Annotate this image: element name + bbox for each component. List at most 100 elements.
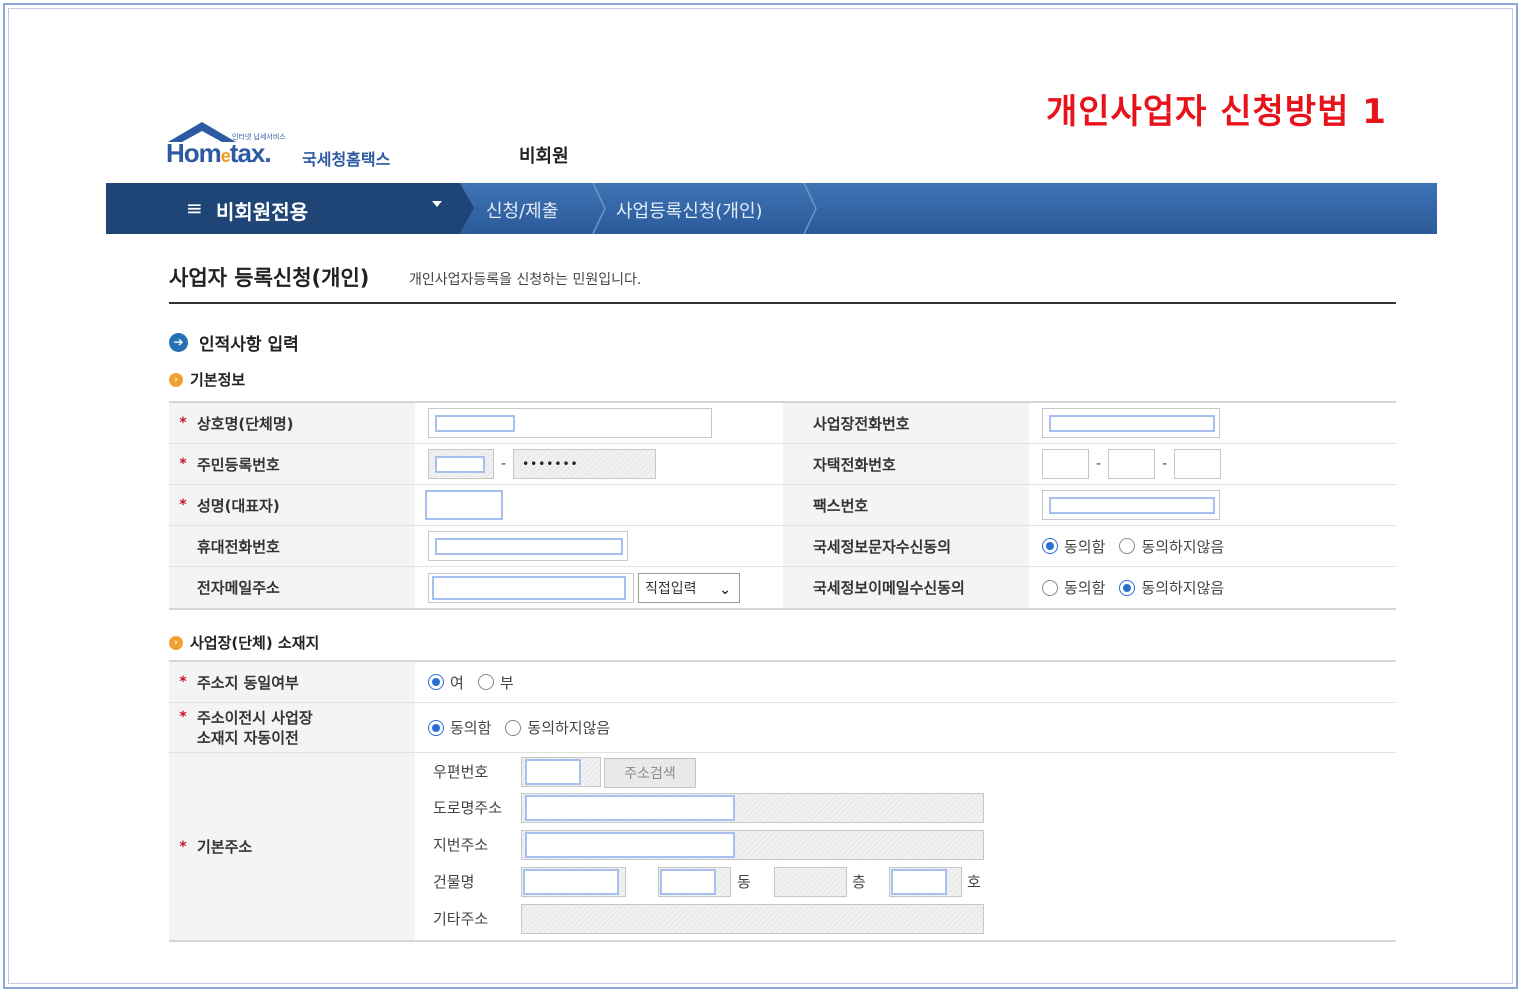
option-label: 동의하지않음 <box>527 719 611 737</box>
option-label: 부 <box>499 673 514 692</box>
select-value: 직접입력 <box>645 580 697 597</box>
subsection-basic-heading: › 기본정보 <box>169 369 245 390</box>
table-row: * 상호명(단체명) 사업장전화번호 <box>169 403 1396 444</box>
floor-input[interactable] <box>774 867 847 897</box>
chevron-circle-icon: › <box>169 635 183 650</box>
nav-menu-button[interactable]: ≡ 비회원전용 <box>106 183 460 234</box>
auto-move-radio-group: 동의함 동의하지않음 <box>428 717 624 738</box>
field-label-cell: * 성명(대표자) <box>169 485 415 525</box>
field-label-cell: 팩스번호 <box>783 485 1029 525</box>
resident-number-front-input[interactable] <box>428 449 494 479</box>
email-id-input[interactable] <box>428 572 634 603</box>
required-mark: * <box>179 497 187 513</box>
chevron-circle-icon: › <box>169 372 183 387</box>
location-table: * 주소지 동일여부 여 부 * 주소이전시 사업장 소재지 자동이전 동의함 동의… <box>169 660 1396 942</box>
input-highlight <box>525 795 735 821</box>
input-highlight <box>435 456 485 473</box>
radio-checked[interactable] <box>428 719 444 736</box>
home-phone-3-input[interactable] <box>1174 449 1222 479</box>
field-label-cell: 휴대전화번호 <box>169 526 415 566</box>
subsection-location-label: 사업장(단체) 소재지 <box>190 634 320 652</box>
field-label-cell: 국세정보문자수신동의 <box>783 526 1029 566</box>
home-phone-1-input[interactable] <box>1042 449 1089 479</box>
page-description: 개인사업자등록을 신청하는 민원입니다. <box>409 272 642 288</box>
input-highlight <box>432 575 626 600</box>
required-mark: * <box>179 456 187 472</box>
etc-address-label: 기타주소 <box>433 910 489 928</box>
input-highlight <box>891 869 947 895</box>
field-label-cell: * 주소지 동일여부 <box>169 662 415 702</box>
mobile-phone-input[interactable] <box>428 531 628 561</box>
label-base-address: 기본주소 <box>197 838 253 856</box>
label-email-consent: 국세정보이메일수신동의 <box>813 579 965 597</box>
radio-checked[interactable] <box>1042 538 1058 554</box>
nav-menu-label: 비회원전용 <box>216 200 308 224</box>
hometax-logo[interactable]: 인터넷 납세서비스 Hometax. 국세청홈택스 <box>166 122 406 172</box>
field-label-cell: * 상호명(단체명) <box>169 403 415 443</box>
auto-move-agree-option[interactable]: 동의함 <box>428 717 491 738</box>
sms-consent-disagree-option[interactable]: 동의하지않음 <box>1119 536 1224 557</box>
email-consent-disagree-option[interactable]: 동의하지않음 <box>1119 577 1224 598</box>
section-label: 인적사항 입력 <box>199 335 299 355</box>
resident-number-back-input[interactable]: ••••••• <box>513 449 657 479</box>
dash-separator: - <box>1162 456 1168 472</box>
value-cell <box>1042 403 1396 443</box>
email-consent-radio-group: 동의함 동의하지않음 <box>1042 577 1238 598</box>
dash-separator: - <box>501 456 507 472</box>
label-auto-move: 주소이전시 사업장 소재지 자동이전 <box>197 708 313 748</box>
ho-input[interactable] <box>889 867 962 897</box>
postcode-input[interactable] <box>521 757 601 787</box>
option-label: 동의하지않음 <box>1141 579 1225 597</box>
input-highlight <box>525 832 735 858</box>
chevron-right-icon <box>592 183 606 234</box>
business-name-input[interactable] <box>428 408 712 438</box>
required-mark: * <box>179 674 187 690</box>
building-name-input[interactable] <box>521 867 626 897</box>
input-highlight <box>1049 497 1215 514</box>
required-mark: * <box>179 838 187 855</box>
slide-title: 개인사업자 신청방법 1 <box>1046 92 1387 132</box>
value-cell <box>1042 485 1396 525</box>
email-domain-select[interactable]: 직접입력 ⌄ <box>638 572 740 603</box>
same-address-no-option[interactable]: 부 <box>477 672 514 693</box>
logo-word-b: tax. <box>229 138 272 168</box>
road-address-input[interactable] <box>521 793 984 823</box>
etc-address-input[interactable] <box>521 904 984 934</box>
field-label-cell: 국세정보이메일수신동의 <box>783 567 1029 608</box>
label-mobile-phone: 휴대전화번호 <box>197 537 280 556</box>
fax-input[interactable] <box>1042 490 1220 520</box>
radio-checked[interactable] <box>1119 579 1136 596</box>
input-highlight <box>435 415 515 432</box>
radio-checked[interactable] <box>428 674 444 690</box>
field-label-cell: * 기본주소 <box>169 753 415 940</box>
table-row: 전자메일주소 직접입력 ⌄ 국세정보이메일수신동의 동의함 동의하지않음 <box>169 567 1396 608</box>
option-label: 동의함 <box>1064 537 1106 556</box>
email-consent-agree-option[interactable]: 동의함 <box>1042 577 1105 598</box>
radio-unchecked[interactable] <box>1042 579 1058 596</box>
representative-name-input[interactable] <box>425 490 503 520</box>
auto-move-disagree-option[interactable]: 동의하지않음 <box>505 717 610 738</box>
input-highlight <box>525 759 581 785</box>
option-label: 동의함 <box>1064 579 1106 597</box>
breadcrumb-business-registration[interactable]: 사업등록신청(개인) <box>616 197 763 223</box>
logo-wordmark: Hometax. <box>166 138 272 169</box>
label-resident-number: 주민등록번호 <box>197 455 280 474</box>
lot-address-label: 지번주소 <box>433 836 489 854</box>
subsection-basic-label: 기본정보 <box>190 371 246 389</box>
business-phone-input[interactable] <box>1042 408 1220 438</box>
lot-address-input[interactable] <box>521 830 984 860</box>
home-phone-2-input[interactable] <box>1108 449 1156 479</box>
value-cell: 동의함 동의하지않음 <box>1042 526 1396 566</box>
nav-arrow-divider <box>460 183 474 233</box>
arrow-circle-icon: ➔ <box>169 333 188 352</box>
same-address-yes-option[interactable]: 여 <box>428 672 464 693</box>
radio-unchecked[interactable] <box>1119 538 1136 554</box>
radio-unchecked[interactable] <box>505 719 522 736</box>
sms-consent-agree-option[interactable]: 동의함 <box>1042 536 1105 557</box>
logo-word-a: Hom <box>166 138 222 168</box>
radio-unchecked[interactable] <box>477 674 494 690</box>
building-dong-input[interactable] <box>658 867 731 897</box>
address-search-button[interactable]: 주소검색 <box>604 758 696 788</box>
breadcrumb-apply[interactable]: 신청/제출 <box>486 197 558 223</box>
sms-consent-radio-group: 동의함 동의하지않음 <box>1042 536 1238 557</box>
